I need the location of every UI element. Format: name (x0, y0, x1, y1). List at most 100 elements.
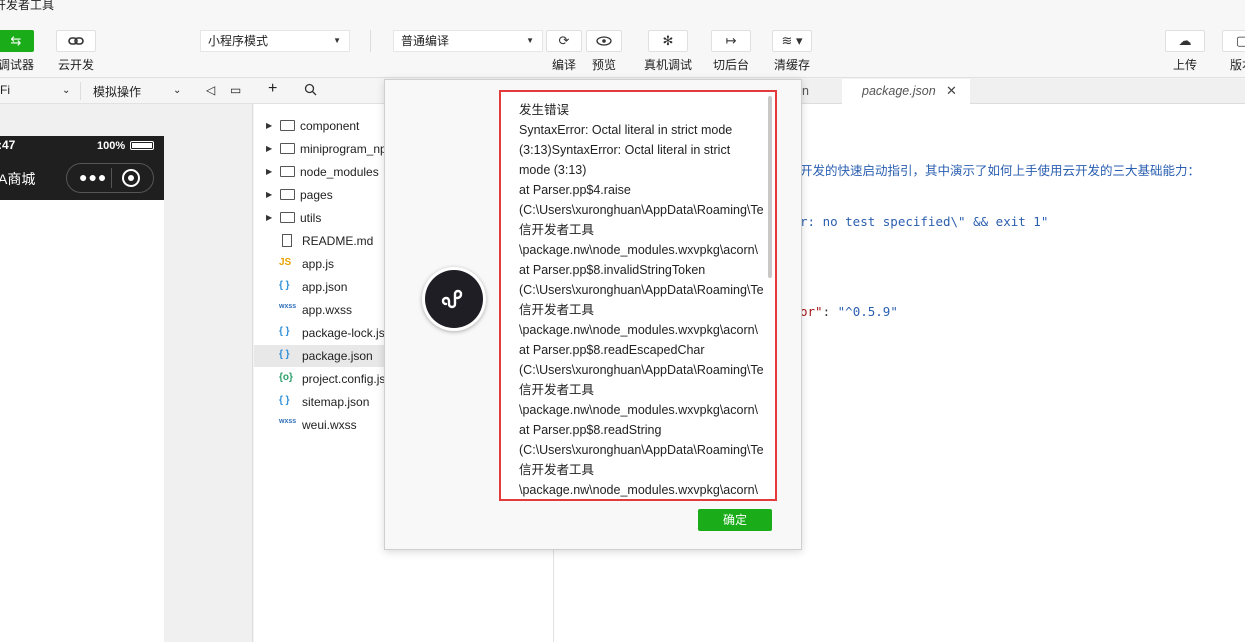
scrollbar-thumb[interactable] (768, 96, 772, 278)
add-file-icon[interactable]: + (268, 80, 277, 98)
tree-folder[interactable]: ▶ miniprogram_np (254, 138, 394, 160)
chevron-right-icon[interactable]: ▶ (266, 144, 272, 153)
tree-folder[interactable]: ▶ utils (254, 207, 394, 229)
tree-item-label: app.js (302, 257, 335, 271)
tree-folder[interactable]: ▶ node_modules (254, 161, 394, 183)
error-line: \package.nw\node_modules.wxvpkg\acorn\ (519, 323, 759, 337)
phone-screen[interactable] (0, 136, 164, 642)
network-select[interactable]: Fi (0, 83, 10, 97)
json-file-icon: { } (279, 349, 290, 360)
tree-item-label: package-lock.js (302, 326, 385, 340)
chevron-down-icon[interactable]: ⌄ (62, 85, 70, 96)
tree-file[interactable]: JS app.js (254, 253, 394, 275)
tree-item-label: weui.wxss (302, 418, 357, 432)
close-circle-icon[interactable] (122, 169, 140, 187)
toolbar: ⇆ 调试器 云开发 小程序模式 ▼ 普通编译 ▼ ⟳ 编译 预览 ✻ 真机调试 … (0, 14, 1245, 78)
toolbar-divider (370, 30, 371, 52)
tree-item-label: component (300, 119, 360, 133)
json-file-icon: { } (279, 280, 290, 291)
tab-package-json[interactable]: package.json ✕ (842, 79, 970, 104)
compile-select[interactable]: 普通编译 ▼ (393, 30, 543, 52)
background-label: 切后台 (712, 58, 749, 72)
code-token: or" (800, 304, 823, 319)
page-title: A商城 (0, 171, 36, 187)
simulate-operation-select[interactable]: 模拟操作 (93, 83, 141, 100)
chevron-right-icon[interactable]: ▶ (266, 213, 272, 222)
upload-label: 上传 (1172, 58, 1197, 72)
tree-file[interactable]: { } package-lock.js (254, 322, 394, 344)
error-line: (3:13)SyntaxError: Octal literal in stri… (519, 143, 731, 157)
compile-select-value: 普通编译 (401, 34, 450, 48)
tree-item-label: miniprogram_np (300, 142, 387, 156)
ok-button[interactable]: 确定 (698, 509, 772, 531)
mode-select[interactable]: 小程序模式 ▼ (200, 30, 350, 52)
error-line: 发生错误 (519, 103, 570, 117)
compile-label: 编译 (551, 58, 576, 72)
error-message-box[interactable]: 发生错误 SyntaxError: Octal literal in strict… (499, 90, 777, 501)
capsule-menu[interactable]: ●●● (66, 163, 154, 193)
tree-file[interactable]: {o} project.config.js (254, 368, 394, 390)
json-file-icon: { } (279, 326, 290, 337)
file-icon (282, 234, 292, 247)
capsule-divider (111, 168, 112, 188)
folder-icon (280, 120, 295, 131)
folder-icon (280, 189, 295, 200)
chevron-right-icon[interactable]: ▶ (266, 190, 272, 199)
error-line: SyntaxError: Octal literal in strict mod… (519, 123, 733, 137)
folder-icon (280, 166, 295, 177)
bug-icon: ✻ (648, 30, 688, 52)
clear-cache-button[interactable]: ≋ ▾ 清缓存 (770, 30, 814, 73)
tree-file[interactable]: README.md (254, 230, 394, 252)
error-line: (C:\Users\xuronghuan\AppData\Roaming\Te (519, 443, 764, 457)
error-line: (C:\Users\xuronghuan\AppData\Roaming\Te (519, 203, 764, 217)
preview-button[interactable]: 预览 (585, 30, 623, 73)
chevron-right-icon[interactable]: ▶ (266, 167, 272, 176)
tab-partial[interactable]: n (802, 84, 809, 98)
device-debug-button[interactable]: ✻ 真机调试 (642, 30, 694, 73)
error-line: \package.nw\node_modules.wxvpkg\acorn\ (519, 483, 759, 497)
cloud-upload-icon: ☁ (1165, 30, 1205, 52)
phone-header: :47 100% A商城 ●●● (0, 136, 164, 200)
close-icon[interactable]: ✕ (946, 83, 957, 99)
tree-file[interactable]: { } sitemap.json (254, 391, 394, 413)
debugger-button[interactable]: ⇆ 调试器 (0, 30, 36, 73)
background-button[interactable]: ↦ 切后台 (710, 30, 752, 73)
chevron-down-icon[interactable]: ⌄ (173, 85, 181, 96)
tree-folder[interactable]: ▶ component (254, 115, 394, 137)
switch-background-icon: ↦ (711, 30, 751, 52)
version-icon: ▢ (1222, 30, 1245, 52)
window-icon[interactable]: ▭ (230, 83, 241, 97)
tree-folder[interactable]: ▶ pages (254, 184, 394, 206)
error-line: at Parser.pp$8.readString (519, 423, 662, 437)
link-icon (56, 30, 96, 52)
preview-label: 预览 (591, 58, 616, 72)
more-icon[interactable]: ●●● (79, 169, 107, 185)
tree-item-label: README.md (302, 234, 374, 248)
error-line: 信开发者工具 (519, 463, 595, 477)
error-line: at Parser.pp$8.readEscapedChar (519, 343, 705, 357)
eye-icon (586, 30, 622, 52)
debugger-label: 调试器 (0, 58, 34, 72)
version-button[interactable]: ▢ 版本 (1222, 30, 1245, 73)
cloud-dev-label: 云开发 (57, 58, 94, 72)
error-line: 信开发者工具 (519, 383, 595, 397)
js-file-icon: JS (279, 257, 292, 268)
cloud-dev-button[interactable]: 云开发 (56, 30, 96, 73)
code-token: : (822, 304, 838, 319)
upload-button[interactable]: ☁ 上传 (1164, 30, 1206, 73)
tree-item-label: project.config.js (302, 372, 386, 386)
tree-file[interactable]: wxss app.wxss (254, 299, 394, 321)
volume-icon[interactable]: ◁ (206, 83, 215, 97)
compile-button[interactable]: ⟳ 编译 (545, 30, 583, 73)
divider (80, 82, 81, 100)
tree-item-label: node_modules (300, 165, 379, 179)
tree-item-label: utils (300, 211, 322, 225)
layers-icon: ≋ ▾ (772, 30, 812, 52)
chevron-right-icon[interactable]: ▶ (266, 121, 272, 130)
error-line: (C:\Users\xuronghuan\AppData\Roaming\Te (519, 363, 764, 377)
tree-file[interactable]: { } app.json (254, 276, 394, 298)
tree-file[interactable]: wxss weui.wxss (254, 414, 394, 436)
error-line: at Parser.pp$8.invalidStringToken (519, 263, 706, 277)
error-line: \package.nw\node_modules.wxvpkg\acorn\ (519, 243, 759, 257)
search-icon[interactable] (304, 83, 317, 99)
